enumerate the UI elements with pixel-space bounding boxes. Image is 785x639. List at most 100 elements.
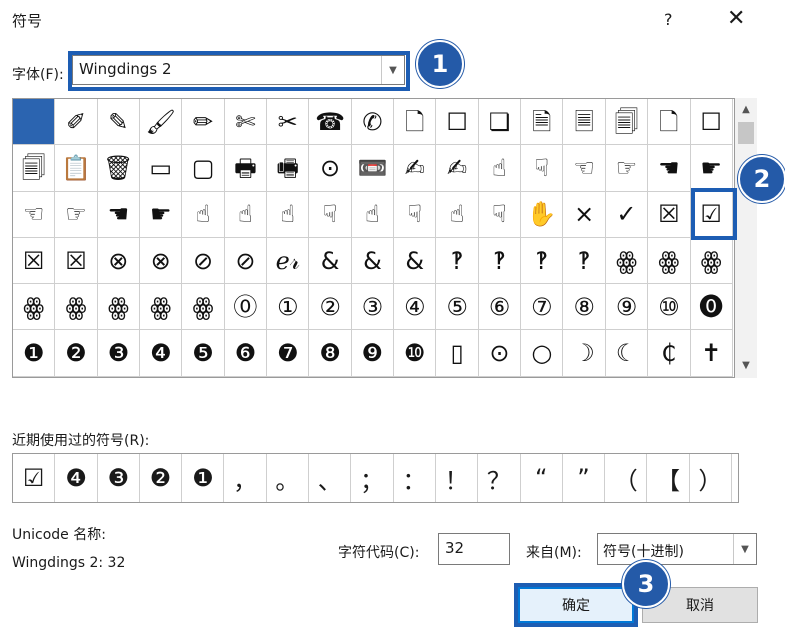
symbol-cell[interactable]: ☛ [140,191,183,238]
symbol-cell[interactable]: ☞ [55,191,98,238]
symbol-cell[interactable]: ⑤ [436,284,479,331]
scroll-down-icon[interactable]: ▼ [735,356,757,374]
symbol-cell[interactable]: ꙮ [140,284,183,331]
symbol-cell[interactable]: ④ [394,284,437,331]
symbol-cell[interactable]: ✂ [267,99,310,146]
symbol-cell[interactable]: ⊘ [224,237,268,285]
symbol-cell[interactable]: ℯ𝓇 [267,237,310,285]
recent-symbol-cell[interactable]: （ [605,454,648,502]
symbol-cell[interactable]: ☽ [563,330,606,377]
symbol-cell[interactable]: 🗋 [394,99,437,146]
symbol-cell[interactable]: × [563,191,606,238]
recent-symbol-cell[interactable]: 、 [309,454,352,502]
scroll-up-icon[interactable]: ▲ [735,100,757,118]
symbol-cell[interactable]: ☚ [97,191,141,238]
close-icon[interactable]: ✕ [727,6,745,31]
recent-symbol-cell[interactable]: ？ [478,454,521,502]
symbol-cell[interactable]: ▭ [140,145,183,192]
help-icon[interactable]: ? [664,10,673,29]
symbol-cell[interactable]: ✐ [55,99,98,146]
recent-symbol-cell[interactable]: ❶ [182,454,225,502]
symbol-cell[interactable]: ▯ [436,330,479,377]
symbol-cell[interactable]: ⑥ [478,284,522,331]
symbol-cell[interactable]: ⊘ [182,237,225,285]
symbol-cell[interactable]: ❶ [13,330,56,377]
chevron-down-icon[interactable]: ▼ [733,534,756,564]
symbol-cell[interactable]: ⓪ [224,284,268,331]
symbol-cell[interactable]: ꙮ [97,284,141,331]
symbol-cell[interactable]: ‽ [563,237,606,285]
symbol-cell[interactable]: ₵ [648,330,691,377]
symbol-cell[interactable]: ❽ [309,330,352,377]
symbol-cell[interactable]: ☎ [309,99,352,146]
symbol-cell[interactable]: ꙮ [55,284,98,331]
symbol-cell[interactable]: ⑦ [521,284,564,331]
symbol-cell[interactable]: ☐ [436,99,479,146]
symbol-cell[interactable]: ⊗ [97,237,141,285]
symbol-cell[interactable]: ☞ [605,145,649,192]
symbol-cell[interactable]: ‽ [478,237,522,285]
symbol-cell[interactable]: ☟ [309,191,352,238]
recent-symbol-cell[interactable]: 。 [267,454,310,502]
symbol-cell[interactable]: ⊙ [478,330,522,377]
recent-symbols-row[interactable]: ☑ ❹ ❸ ❷ ❶，。、；：！？ “” （【） [12,453,739,503]
symbol-cell[interactable]: ❏ [478,99,522,146]
symbol-cell[interactable]: 🗐 [605,99,649,146]
symbol-cell[interactable]: ✄ [224,99,268,146]
symbol-cell[interactable]: ❷ [55,330,98,377]
symbol-cell[interactable]: ☝ [478,145,522,192]
symbol-cell[interactable]: ☾ [605,330,649,377]
char-code-input[interactable]: 32 [438,533,510,565]
symbol-cell[interactable]: ③ [351,284,395,331]
symbol-cell[interactable]: ✆ [351,99,395,146]
symbol-cell[interactable]: ❿ [394,330,437,377]
symbol-cell[interactable]: 🗎 [521,99,564,146]
chevron-down-icon[interactable]: ▼ [381,56,404,84]
symbol-cell[interactable]: ☑ [690,191,733,238]
symbol-cell[interactable]: ✓ [605,191,649,238]
recent-symbol-cell[interactable]: ， [224,454,267,502]
recent-symbol-cell[interactable]: ） [690,454,733,502]
symbol-cell[interactable]: 🗐 [13,145,56,192]
recent-symbol-cell[interactable]: ❷ [140,454,183,502]
scrollbar-thumb[interactable] [738,122,754,144]
symbol-cell[interactable]: ❼ [267,330,310,377]
symbol-cell[interactable]: ❾ [351,330,395,377]
symbol-cell-selected[interactable] [13,99,56,146]
symbol-cell[interactable]: ⊙ [309,145,352,192]
symbol-grid[interactable]: ✐ ✎ 🖌 ✏ ✄ ✂ ☎ ✆ 🗋 ☐ ❏ 🗎 🗏 🗐 🗋 ☐ 🗐 📋 🗑 ▭ ▢ 🖶 🖷 ⊙ 📼 ✍ ✍ ☝ ☟ ☜ ☞ ☚ ☛ ☜ ☞ ☚ ☛ ☝ ☝ ☝… [12,98,735,378]
symbol-cell[interactable]: ❺ [182,330,225,377]
symbol-cell[interactable]: ✎ [97,99,141,146]
symbol-cell[interactable]: ✝ [690,330,733,377]
recent-symbol-cell[interactable]: “ [521,454,563,502]
symbol-cell[interactable]: & [394,237,437,285]
symbol-cell[interactable]: ☟ [521,145,564,192]
symbol-cell[interactable]: ☝ [224,191,268,238]
symbol-cell[interactable]: ☒ [648,191,691,238]
symbol-cell[interactable]: ✏ [182,99,225,146]
recent-symbol-cell[interactable]: 【 [647,454,690,502]
symbol-cell[interactable]: ☚ [648,145,691,192]
symbol-cell[interactable]: ‽ [521,237,564,285]
symbol-cell[interactable]: ☒ [13,237,56,285]
symbol-cell[interactable]: ☜ [563,145,606,192]
symbol-cell[interactable]: ② [309,284,352,331]
recent-symbol-cell[interactable]: ： [394,454,436,502]
symbol-cell[interactable]: ☝ [436,191,479,238]
recent-symbol-cell[interactable]: ” [563,454,606,502]
symbol-cell[interactable]: ☝ [182,191,225,238]
symbol-cell[interactable]: ✍ [394,145,437,192]
symbol-cell[interactable]: ❸ [97,330,141,377]
symbol-cell[interactable]: 🖌 [140,99,183,146]
symbol-cell[interactable]: ☟ [394,191,437,238]
symbol-cell[interactable]: 📋 [55,145,98,192]
recent-symbol-cell[interactable]: ！ [436,454,479,502]
symbol-cell[interactable]: ⊗ [140,237,183,285]
symbol-cell[interactable]: ☛ [690,145,733,192]
symbol-cell[interactable]: ○ [521,330,564,377]
symbol-cell[interactable]: ꙮ [690,237,733,285]
symbol-cell[interactable]: & [309,237,352,285]
symbol-cell[interactable]: ꙮ [605,237,649,285]
symbol-cell[interactable]: ⑨ [605,284,649,331]
recent-symbol-cell[interactable]: ❸ [98,454,140,502]
